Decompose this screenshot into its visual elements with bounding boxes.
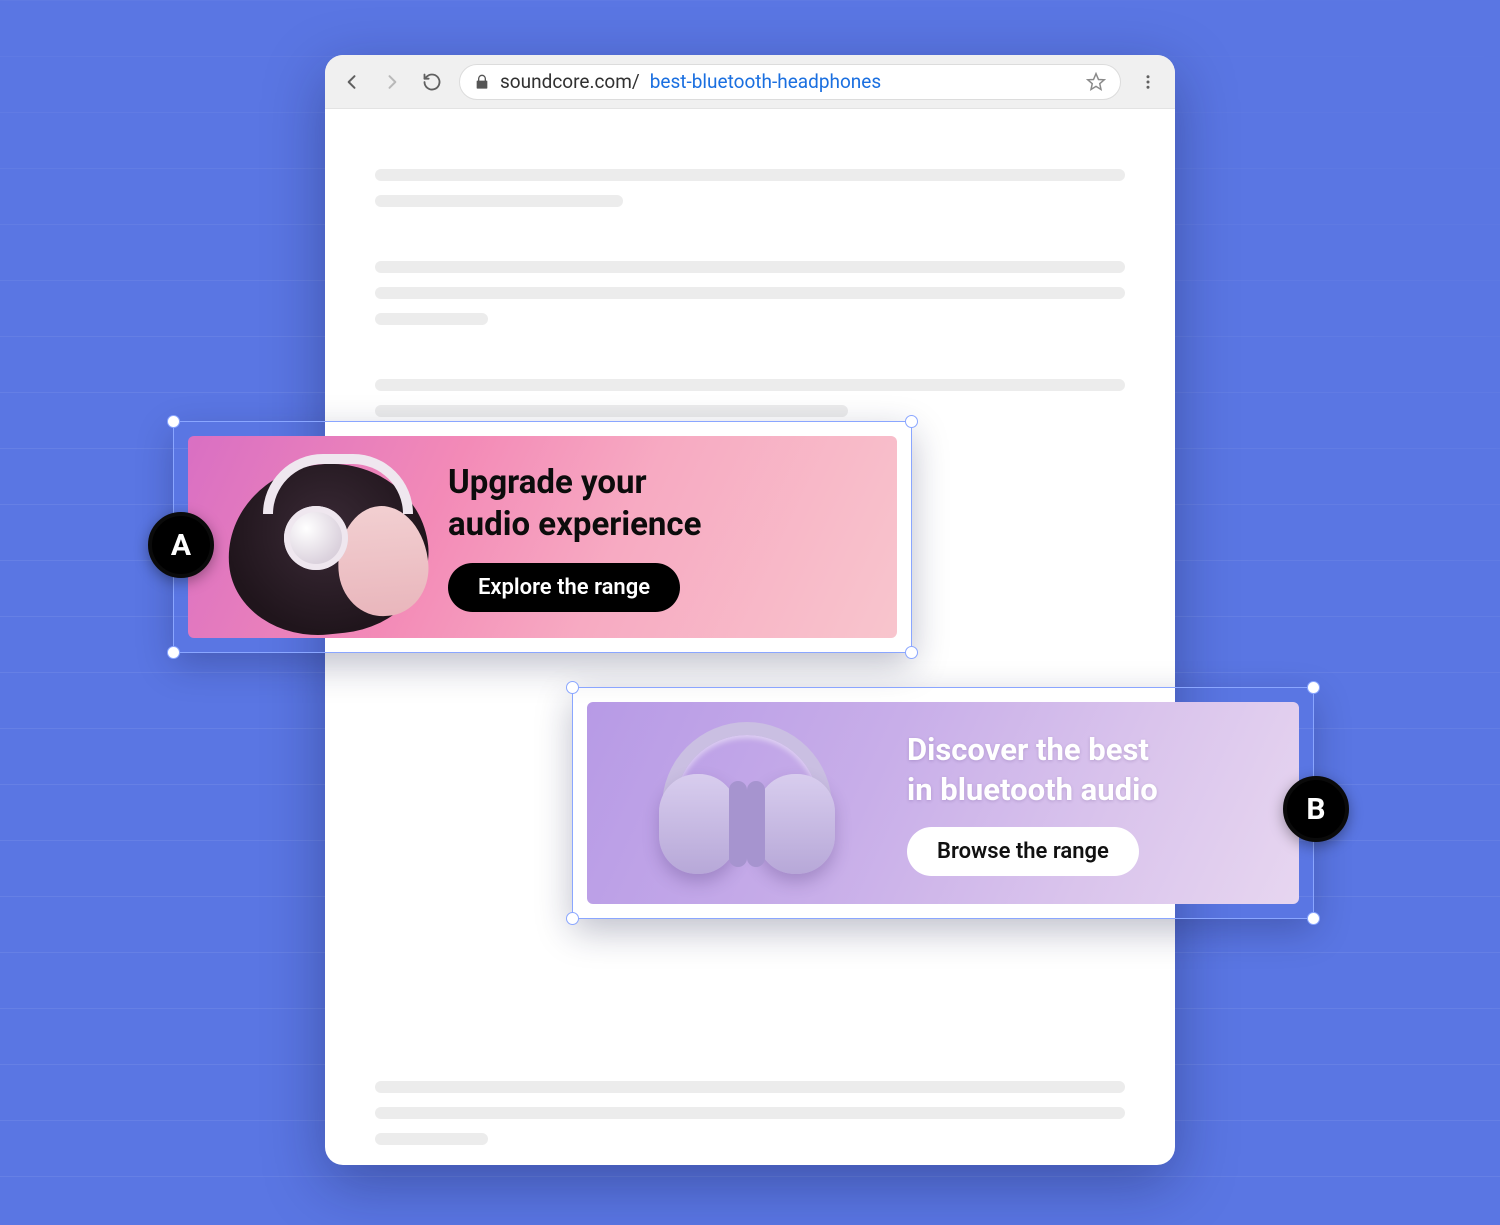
variant-a-banner: Upgrade your audio experience Explore th…	[188, 436, 897, 638]
forward-icon[interactable]	[379, 69, 405, 95]
skeleton-line	[375, 261, 1125, 273]
skeleton-line	[375, 313, 488, 325]
resize-handle-icon[interactable]	[566, 912, 579, 925]
back-icon[interactable]	[339, 69, 365, 95]
variant-a-headline: Upgrade your audio experience	[448, 462, 701, 545]
url-path: best-bluetooth-headphones	[650, 70, 881, 93]
skeleton-line	[375, 1107, 1125, 1119]
variant-b-cta-button[interactable]: Browse the range	[907, 827, 1139, 876]
variant-b-frame[interactable]: Discover the best in bluetooth audio Bro…	[572, 687, 1314, 919]
variant-a-image	[188, 436, 438, 638]
skeleton-line	[375, 287, 1125, 299]
resize-handle-icon[interactable]	[167, 415, 180, 428]
resize-handle-icon[interactable]	[905, 415, 918, 428]
browser-toolbar: soundcore.com/best-bluetooth-headphones	[325, 55, 1175, 109]
variant-b-banner: Discover the best in bluetooth audio Bro…	[587, 702, 1299, 904]
skeleton-line	[375, 405, 848, 417]
variant-a-badge: A	[148, 512, 214, 578]
skeleton-line	[375, 169, 1125, 181]
variant-b-headline: Discover the best in bluetooth audio	[907, 730, 1158, 808]
lock-icon	[474, 74, 490, 90]
resize-handle-icon[interactable]	[1307, 912, 1320, 925]
resize-handle-icon[interactable]	[566, 681, 579, 694]
menu-kebab-icon[interactable]	[1135, 69, 1161, 95]
variant-b-badge: B	[1283, 776, 1349, 842]
url-domain: soundcore.com/	[500, 70, 640, 93]
variant-a-cta-button[interactable]: Explore the range	[448, 563, 680, 612]
address-bar[interactable]: soundcore.com/best-bluetooth-headphones	[459, 64, 1121, 100]
skeleton-line	[375, 195, 623, 207]
reload-icon[interactable]	[419, 69, 445, 95]
skeleton-line	[375, 1081, 1125, 1093]
resize-handle-icon[interactable]	[1307, 681, 1320, 694]
bookmark-star-icon[interactable]	[1086, 72, 1106, 92]
resize-handle-icon[interactable]	[167, 646, 180, 659]
skeleton-line	[375, 379, 1125, 391]
resize-handle-icon[interactable]	[905, 646, 918, 659]
variant-a-frame[interactable]: Upgrade your audio experience Explore th…	[173, 421, 912, 653]
skeleton-line	[375, 1133, 488, 1145]
variant-b-image	[587, 702, 907, 904]
